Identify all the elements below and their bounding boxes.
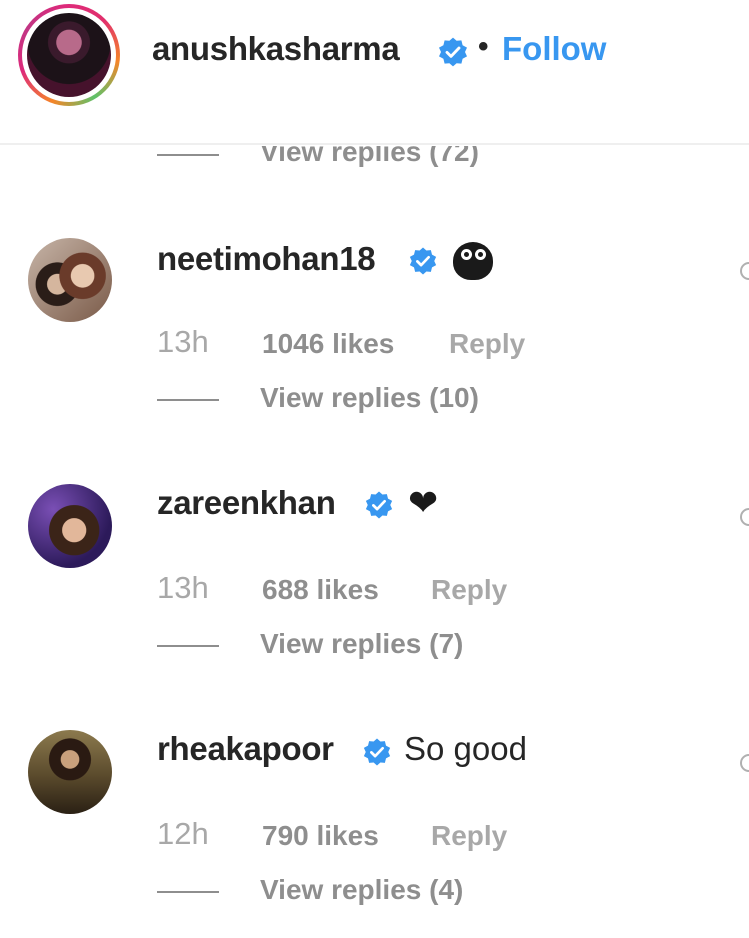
comment-likes-count[interactable]: 1046 likes (262, 328, 394, 360)
comment-username[interactable]: neetimohan18 (157, 240, 376, 278)
reply-button[interactable]: Reply (431, 574, 507, 606)
view-replies-link[interactable]: View replies (4) (260, 874, 463, 906)
separator-dot: • (478, 30, 489, 63)
comment-likes-count[interactable]: 688 likes (262, 574, 379, 606)
post-header: anushkasharma • Follow (0, 0, 749, 145)
alien-face-icon (453, 242, 493, 280)
replies-divider-line (157, 154, 219, 156)
view-replies-link[interactable]: View replies (72) (260, 146, 479, 168)
avatar[interactable] (28, 238, 112, 322)
avatar[interactable] (28, 730, 112, 814)
comment-username[interactable]: rheakapoor (157, 730, 334, 768)
view-replies-link[interactable]: View replies (10) (260, 382, 479, 414)
comment-timestamp: 13h (157, 570, 209, 605)
avatar[interactable] (28, 484, 112, 568)
comment-text: So good (404, 730, 527, 767)
replies-divider-line (157, 399, 219, 401)
verified-badge-icon (365, 491, 393, 519)
comment-likes-count[interactable]: 790 likes (262, 820, 379, 852)
reply-button[interactable]: Reply (431, 820, 507, 852)
comment-username[interactable]: zareenkhan (157, 484, 336, 522)
comment-timestamp: 12h (157, 816, 209, 851)
avatar (27, 13, 111, 97)
replies-divider-line (157, 891, 219, 893)
verified-badge-icon (363, 738, 391, 766)
reply-button[interactable]: Reply (449, 328, 525, 360)
post-author-username[interactable]: anushkasharma (152, 30, 400, 68)
follow-button[interactable]: Follow (502, 30, 606, 68)
view-replies-row: View replies (72) (157, 146, 557, 186)
comment-item: neetimohan18 13h 1046 likes Reply View r… (0, 238, 749, 468)
like-comment-icon[interactable] (740, 262, 749, 280)
verified-badge-icon (409, 247, 437, 275)
verified-badge-icon (439, 37, 467, 67)
profile-avatar-story-ring[interactable] (18, 4, 120, 106)
comment-item: zareenkhan ❤ 13h 688 likes Reply View re… (0, 482, 749, 714)
like-comment-icon[interactable] (740, 754, 749, 772)
comment-item: rheakapoor So good 12h 790 likes Reply V… (0, 730, 749, 938)
replies-divider-line (157, 645, 219, 647)
comment-timestamp: 13h (157, 324, 209, 359)
black-heart-icon: ❤ (408, 482, 439, 523)
view-replies-link[interactable]: View replies (7) (260, 628, 463, 660)
like-comment-icon[interactable] (740, 508, 749, 526)
